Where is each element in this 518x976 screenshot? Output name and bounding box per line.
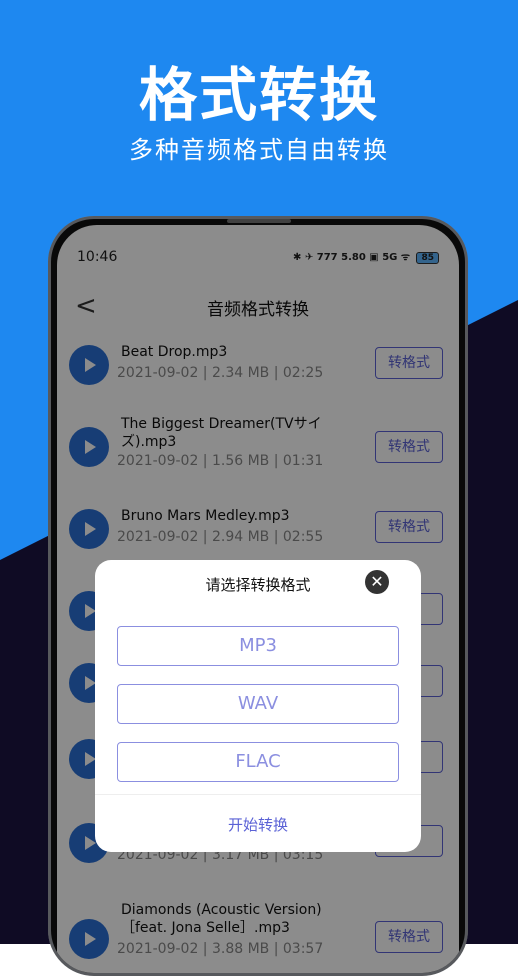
close-icon[interactable]: ✕: [365, 570, 389, 594]
promo-title: 格式转换: [138, 61, 379, 129]
format-option-flac[interactable]: FLAC: [117, 742, 399, 782]
dialog-divider: [95, 794, 421, 795]
promo-subtitle: 多种音频格式自由转换: [129, 136, 389, 164]
start-convert-button[interactable]: 开始转换: [95, 814, 421, 835]
format-dialog: 请选择转换格式 ✕ MP3 WAV FLAC 开始转换: [95, 560, 421, 852]
format-option-mp3[interactable]: MP3: [117, 626, 399, 666]
format-option-wav[interactable]: WAV: [117, 684, 399, 724]
